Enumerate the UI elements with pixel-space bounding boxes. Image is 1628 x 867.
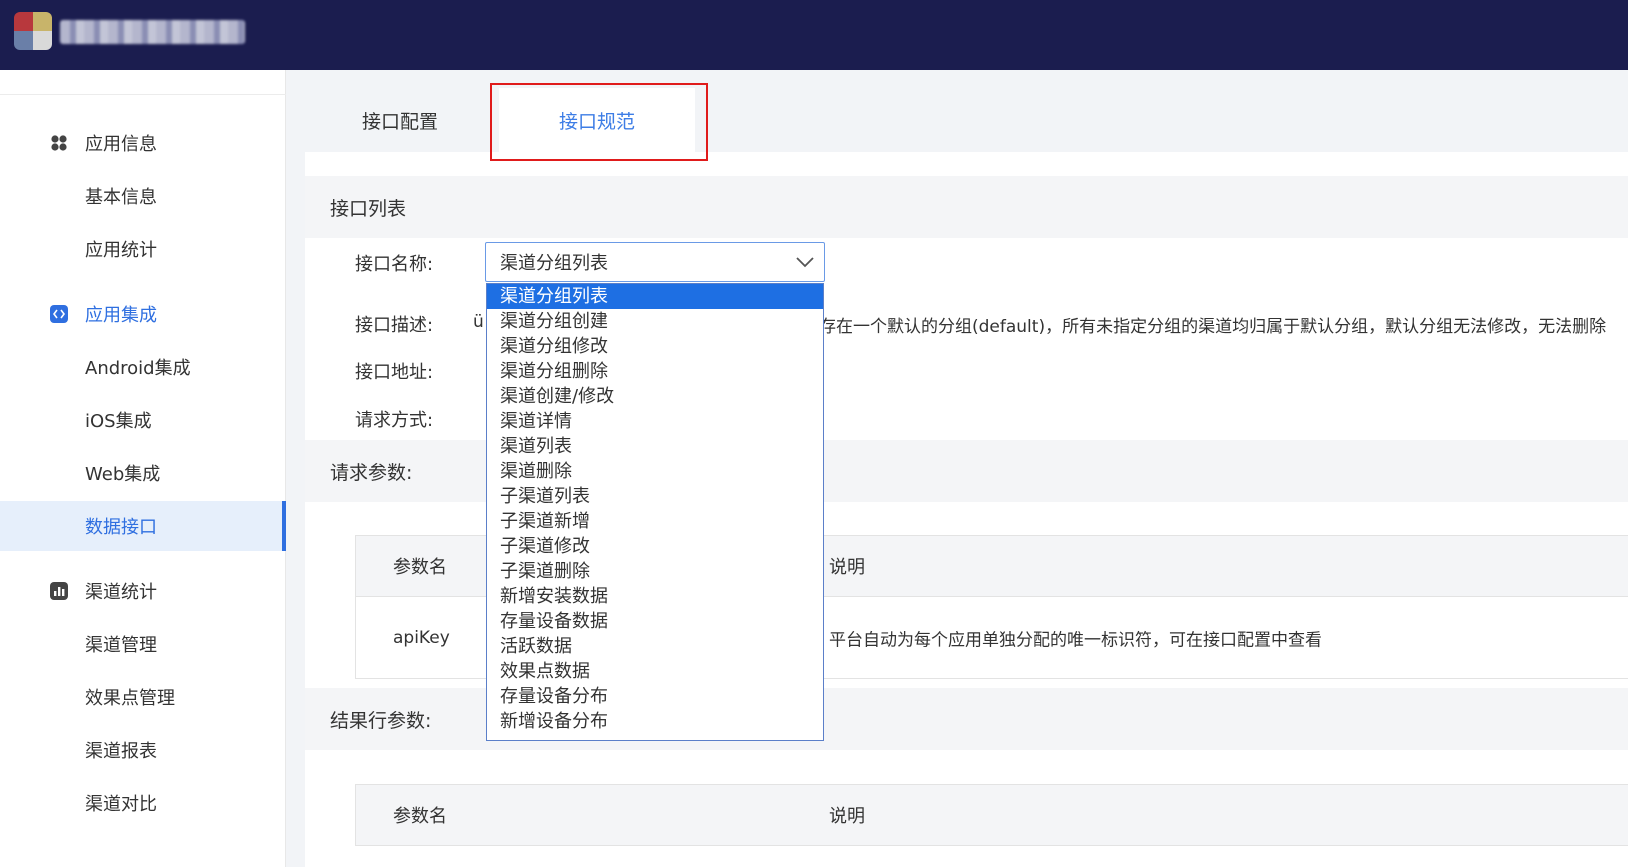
dropdown-option[interactable]: 存量设备数据 xyxy=(487,609,823,634)
sidebar-divider xyxy=(0,94,286,95)
dropdown-option[interactable]: 子渠道修改 xyxy=(487,534,823,559)
sidebar-item-label: 效果点管理 xyxy=(85,688,175,709)
dropdown-option[interactable]: 渠道创建/修改 xyxy=(487,384,823,409)
top-bar xyxy=(0,0,1628,70)
sidebar-group-channel-stats[interactable]: 渠道统计 xyxy=(0,566,286,616)
sidebar-item-effect-points[interactable]: 效果点管理 xyxy=(0,672,286,722)
apps-grid-icon xyxy=(51,135,67,151)
sidebar-item-app-stats[interactable]: 应用统计 xyxy=(0,224,286,274)
dropdown-option[interactable]: 渠道列表 xyxy=(487,434,823,459)
sidebar-item-label: 基本信息 xyxy=(85,187,157,208)
col-desc: 说明 xyxy=(829,557,865,578)
interface-name-dropdown[interactable]: 渠道分组列表 渠道分组创建 渠道分组修改 渠道分组删除 渠道创建/修改 渠道详情… xyxy=(486,283,824,741)
dropdown-option[interactable]: 渠道删除 xyxy=(487,459,823,484)
interface-url-label: 接口地址: xyxy=(355,362,434,383)
sidebar-item-label: 渠道对比 xyxy=(85,794,157,815)
col-param-name: 参数名 xyxy=(393,557,447,578)
interface-name-label: 接口名称: xyxy=(355,254,434,275)
col-param-name: 参数名 xyxy=(393,806,447,827)
param-desc-cell: 平台自动为每个应用单独分配的唯一标识符，可在接口配置中查看 xyxy=(829,630,1322,650)
dropdown-option[interactable]: 子渠道删除 xyxy=(487,559,823,584)
interface-spec-panel: 接口列表 接口名称: 渠道分组列表 接口描述: ü 存在一个默认的分组(defa… xyxy=(305,152,1628,867)
sidebar-item-android[interactable]: Android集成 xyxy=(0,342,286,392)
sidebar-item-channel-report[interactable]: 渠道报表 xyxy=(0,725,286,775)
sidebar-item-label: 数据接口 xyxy=(85,517,157,538)
dropdown-option[interactable]: 效果点数据 xyxy=(487,659,823,684)
dropdown-option[interactable]: 渠道详情 xyxy=(487,409,823,434)
sidebar-item-label: Android集成 xyxy=(85,358,191,379)
select-value: 渠道分组列表 xyxy=(500,253,608,274)
dropdown-option[interactable]: 新增设备分布 xyxy=(487,709,823,734)
dropdown-option[interactable]: 渠道分组列表 xyxy=(487,284,823,309)
dropdown-option[interactable]: 子渠道新增 xyxy=(487,509,823,534)
app-name-blurred xyxy=(60,20,245,44)
dropdown-option[interactable]: 子渠道列表 xyxy=(487,484,823,509)
sidebar-item-label: Web集成 xyxy=(85,464,161,485)
sidebar-item-label: 应用集成 xyxy=(85,305,157,326)
dropdown-option[interactable]: 渠道分组修改 xyxy=(487,334,823,359)
code-icon xyxy=(50,305,68,323)
param-name-cell: apiKey xyxy=(393,627,450,648)
sidebar: 应用信息 基本信息 应用统计 应用集成 Android集成 iOS集成 Web集… xyxy=(0,70,286,867)
sidebar-item-channel-manage[interactable]: 渠道管理 xyxy=(0,619,286,669)
table-header: 参数名 说明 xyxy=(356,785,1628,845)
dropdown-option[interactable]: 渠道分组创建 xyxy=(487,309,823,334)
interface-name-select[interactable]: 渠道分组列表 xyxy=(485,242,825,282)
sidebar-item-label: 应用统计 xyxy=(85,240,157,261)
sidebar-item-channel-compare[interactable]: 渠道对比 xyxy=(0,778,286,828)
chevron-down-icon xyxy=(796,257,814,268)
sidebar-item-label: 渠道管理 xyxy=(85,635,157,656)
sidebar-item-label: 渠道报表 xyxy=(85,741,157,762)
col-desc: 说明 xyxy=(829,806,865,827)
dropdown-option[interactable]: 渠道分组删除 xyxy=(487,359,823,384)
sidebar-item-web[interactable]: Web集成 xyxy=(0,448,286,498)
dropdown-option[interactable]: 存量设备分布 xyxy=(487,684,823,709)
sidebar-item-ios[interactable]: iOS集成 xyxy=(0,395,286,445)
sidebar-group-app-info[interactable]: 应用信息 xyxy=(0,118,286,168)
dropdown-option[interactable]: 新增安装数据 xyxy=(487,584,823,609)
bar-chart-icon xyxy=(50,582,68,600)
sidebar-item-label: iOS集成 xyxy=(85,411,152,432)
request-method-label: 请求方式: xyxy=(355,410,434,431)
section-interface-list: 接口列表 xyxy=(305,176,1628,238)
main-content: 接口配置 接口规范 接口列表 接口名称: 渠道分组列表 接口描述: ü 存在一个… xyxy=(305,70,1628,867)
sidebar-item-label: 渠道统计 xyxy=(85,582,157,603)
app-logo[interactable] xyxy=(14,12,52,50)
interface-desc-label: 接口描述: xyxy=(355,315,434,336)
sidebar-item-data-api[interactable]: 数据接口 xyxy=(0,501,286,551)
sidebar-group-app-integration[interactable]: 应用集成 xyxy=(0,289,286,339)
result-params-table: 参数名 说明 xyxy=(355,784,1628,846)
dropdown-option[interactable]: 活跃数据 xyxy=(487,634,823,659)
interface-desc-value: 存在一个默认的分组(default)，所有未指定分组的渠道均归属于默认分组，默认… xyxy=(819,317,1607,337)
interface-desc-prefix: ü xyxy=(473,312,484,332)
tab-interface-config[interactable]: 接口配置 xyxy=(335,88,465,152)
sidebar-item-basic-info[interactable]: 基本信息 xyxy=(0,171,286,221)
highlight-annotation-box xyxy=(490,83,708,161)
sidebar-item-label: 应用信息 xyxy=(85,134,157,155)
